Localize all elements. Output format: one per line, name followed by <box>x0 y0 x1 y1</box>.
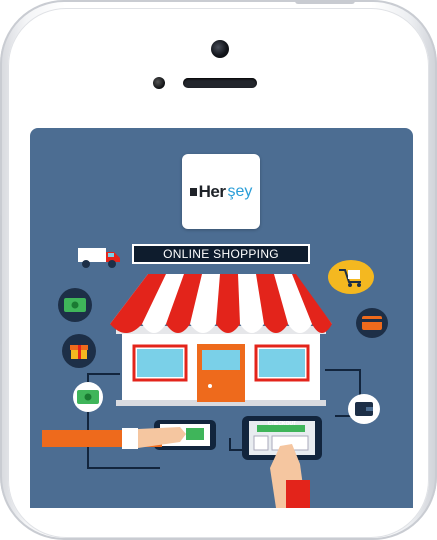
earpiece-speaker <box>183 78 257 88</box>
volume-up-button <box>0 215 2 270</box>
money-bag-icon <box>73 382 103 412</box>
shopping-illustration <box>42 274 371 508</box>
power-button <box>295 0 355 4</box>
wallet-icon <box>348 394 380 424</box>
shopping-cart-dolly-icon <box>328 260 374 294</box>
front-camera-icon <box>211 40 229 58</box>
cash-icon <box>58 288 92 322</box>
tablet-checkout <box>242 416 322 508</box>
proximity-sensor-icon <box>153 77 165 89</box>
tablet-cash-payment <box>42 420 216 450</box>
delivery-truck-icon <box>76 242 122 270</box>
gift-box-icon <box>62 334 96 368</box>
checkout-label: CHECKOUT <box>267 421 297 427</box>
app-screen: Her şey ONLINE SHOPPING CHECKOUT <box>30 128 413 508</box>
store-awning <box>110 274 332 333</box>
credit-card-icon <box>356 308 388 338</box>
volume-down-button <box>0 290 2 345</box>
arm-sleeve-right <box>286 480 310 508</box>
mute-switch <box>0 130 2 160</box>
